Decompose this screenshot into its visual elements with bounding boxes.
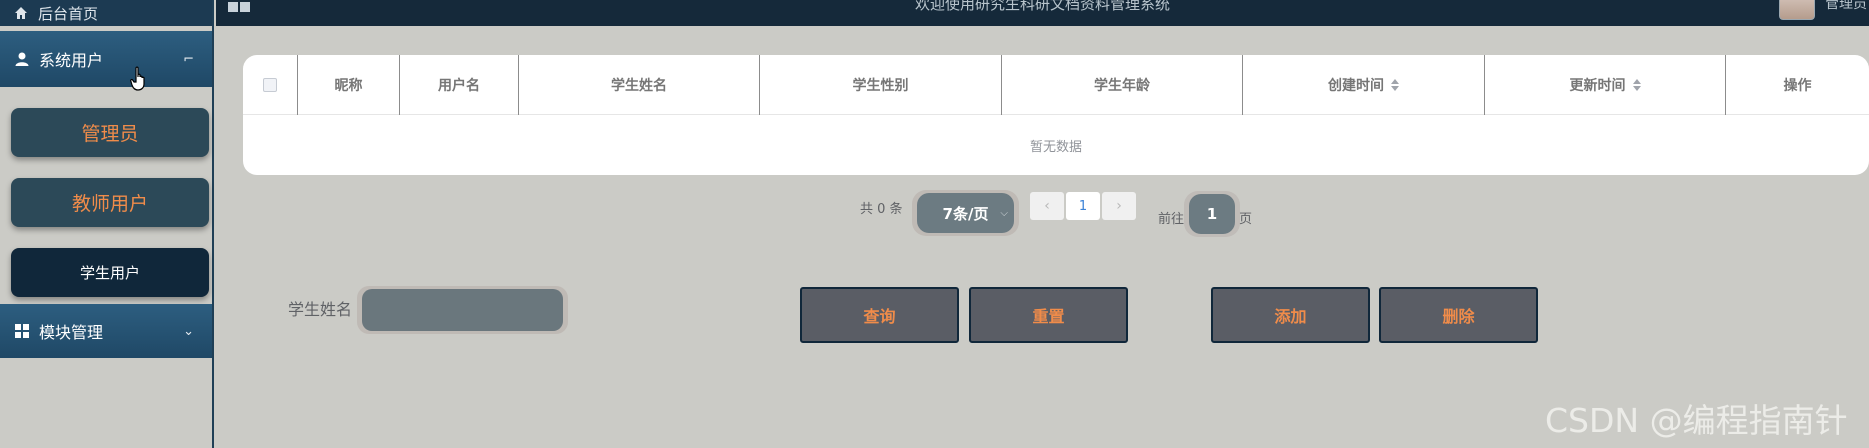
sidebar-item-student-users[interactable]: 学生用户	[11, 248, 209, 297]
column-header-username: 用户名	[400, 55, 519, 115]
sidebar-menu-module-management-label: 模块管理	[39, 323, 104, 342]
sidebar-item-teacher-users[interactable]: 教师用户	[11, 178, 209, 227]
home-icon	[14, 6, 28, 20]
grid-icon	[14, 323, 30, 339]
watermark: CSDN @编程指南针	[1545, 401, 1848, 440]
add-button[interactable]: 添加	[1211, 287, 1370, 343]
sidebar-menu-module-management[interactable]: 模块管理 ⌄	[0, 304, 212, 358]
student-name-label: 学生姓名	[288, 300, 353, 319]
student-name-input[interactable]	[362, 289, 563, 331]
user-icon	[14, 51, 30, 67]
data-table: 昵称 用户名 学生姓名 学生性别 学生年龄 创建时间 更新时间 操作 暂无数据	[243, 55, 1869, 175]
goto-page-input[interactable]: 1	[1184, 191, 1240, 237]
column-header-created-time[interactable]: 创建时间	[1243, 55, 1485, 115]
query-button[interactable]: 查询	[800, 287, 959, 343]
sidebar-item-home-label: 后台首页	[38, 4, 99, 23]
empty-state-text: 暂无数据	[1029, 140, 1082, 155]
sort-icon[interactable]	[1632, 79, 1641, 91]
column-header-created-time-label: 创建时间	[1328, 78, 1384, 94]
user-name[interactable]: 管理员	[1825, 0, 1867, 13]
select-all-column	[243, 55, 298, 115]
next-page-button[interactable]: ›	[1102, 192, 1136, 220]
column-header-student-age: 学生年龄	[1002, 55, 1243, 115]
chevron-down-icon: ⌄	[183, 323, 194, 339]
sidebar-menu-system-users[interactable]: 系统用户 ⌐	[0, 31, 212, 87]
table-header: 昵称 用户名 学生姓名 学生性别 学生年龄 创建时间 更新时间 操作	[243, 55, 1869, 115]
column-header-actions: 操作	[1783, 78, 1812, 94]
column-header-updated-time[interactable]: 更新时间	[1485, 55, 1726, 115]
collapse-icon: ⌐	[183, 51, 194, 67]
student-name-field-wrapper	[357, 286, 568, 334]
hand-cursor-icon	[130, 66, 150, 92]
pagination-total: 共 0 条	[860, 202, 903, 217]
page-unit-label: 页	[1239, 212, 1253, 227]
prev-page-button[interactable]: ‹	[1030, 192, 1064, 220]
avatar[interactable]	[1779, 0, 1815, 20]
column-header-updated-time-label: 更新时间	[1569, 78, 1626, 94]
column-header-nickname: 昵称	[298, 55, 400, 115]
delete-button[interactable]: 删除	[1379, 287, 1538, 343]
sort-icon[interactable]	[1391, 79, 1399, 91]
page-number-1[interactable]: 1	[1066, 192, 1100, 220]
page-size-value: 7条/页	[942, 204, 989, 223]
page-title: 欢迎使用研究生科研文档资料管理系统	[914, 0, 1170, 13]
chevron-down-icon: ⌵	[1000, 207, 1008, 219]
page-size-select[interactable]: 7条/页 ⌵	[912, 190, 1019, 236]
top-bar: 欢迎使用研究生科研文档资料管理系统 管理员	[216, 0, 1869, 26]
goto-label: 前往	[1158, 212, 1185, 227]
column-header-student-name: 学生姓名	[519, 55, 760, 115]
reset-button[interactable]: 重置	[969, 287, 1128, 343]
column-header-student-gender: 学生性别	[760, 55, 1002, 115]
goto-page-value: 1	[1189, 194, 1235, 234]
sidebar-item-home[interactable]: 后台首页	[0, 0, 212, 26]
sidebar-menu-system-users-label: 系统用户	[39, 51, 104, 70]
select-all-checkbox[interactable]	[263, 78, 277, 92]
sidebar: 后台首页 系统用户 ⌐ 管理员 教师用户 学生用户 模块管理 ⌄	[0, 0, 214, 448]
sidebar-item-admin[interactable]: 管理员	[11, 108, 209, 157]
